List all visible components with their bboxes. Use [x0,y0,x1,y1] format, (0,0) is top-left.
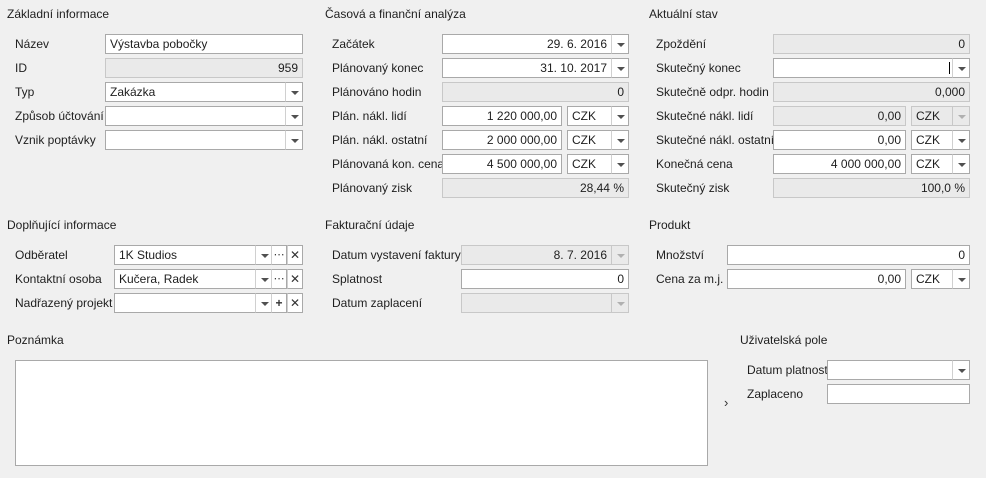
accounting-label: Způsob účtování [15,109,104,123]
actual-hours-label: Skutečně odpr. hodin [656,85,769,99]
final-price-currency[interactable]: CZK [911,154,953,174]
contact-more-icon[interactable]: ⋯ [271,269,287,289]
start-date-input[interactable]: 29. 6. 2016 [442,34,612,54]
parent-project-add-icon[interactable]: + [271,293,287,313]
contact-label: Kontaktní osoba [15,272,102,286]
plan-price-input[interactable]: 4 500 000,00 [442,154,562,174]
plan-profit-field: 28,44 % [442,178,629,198]
quantity-input[interactable]: 0 [727,245,970,265]
paid-date-dropdown-icon [611,293,629,313]
planned-end-dropdown-icon[interactable] [611,58,629,78]
planned-hours-label: Plánováno hodin [332,85,422,99]
id-field: 959 [105,58,303,78]
invoice-date-field: 8. 7. 2016 [461,245,612,265]
plan-other-label: Plán. nákl. ostatní [332,133,428,147]
paid-date-label: Datum zaplacení [332,296,423,310]
section-basic-title: Základní informace [7,7,110,21]
plan-profit-label: Plánovaný zisk [332,181,413,195]
accounting-dropdown-icon[interactable] [285,106,303,126]
plan-price-label: Plánovaná kon. cena [332,157,445,171]
paid-input[interactable] [827,384,970,404]
type-select[interactable]: Zakázka [105,82,286,102]
plan-price-currency-dropdown-icon[interactable] [611,154,629,174]
origin-dropdown-icon[interactable] [285,130,303,150]
parent-project-select[interactable] [114,293,256,313]
section-extra-title: Doplňující informace [7,218,117,232]
origin-label: Vznik poptávky [15,133,96,147]
customer-clear-icon[interactable]: ✕ [287,245,303,265]
parent-project-label: Nadřazený projekt [15,296,113,310]
text-caret [949,62,950,74]
origin-select[interactable] [105,130,286,150]
section-current-title: Aktuální stav [649,7,718,21]
delay-label: Zpoždění [656,37,707,51]
actual-other-currency[interactable]: CZK [911,130,953,150]
actual-end-dropdown-icon[interactable] [952,58,970,78]
name-input[interactable]: Výstavba pobočky [105,34,303,54]
actual-people-currency: CZK [911,106,953,126]
expand-arrow-icon[interactable]: › [724,395,728,410]
customer-label: Odběratel [15,248,68,262]
start-date-dropdown-icon[interactable] [611,34,629,54]
section-note-title: Poznámka [7,333,64,347]
unit-price-currency-dropdown-icon[interactable] [952,269,970,289]
plan-other-currency-dropdown-icon[interactable] [611,130,629,150]
paid-date-field [461,293,612,313]
actual-people-field: 0,00 [773,106,906,126]
plan-other-currency[interactable]: CZK [567,130,612,150]
planned-hours-field: 0 [442,82,629,102]
unit-price-input[interactable]: 0,00 [727,269,906,289]
valid-date-dropdown-icon[interactable] [952,360,970,380]
name-label: Název [15,37,50,51]
plan-people-label: Plán. nákl. lidí [332,109,407,123]
accounting-select[interactable] [105,106,286,126]
actual-people-currency-dropdown-icon [952,106,970,126]
valid-date-input[interactable] [827,360,953,380]
paid-label: Zaplaceno [747,387,804,401]
plan-people-currency[interactable]: CZK [567,106,612,126]
plan-price-currency[interactable]: CZK [567,154,612,174]
customer-more-icon[interactable]: ⋯ [271,245,287,265]
section-user-title: Uživatelská pole [740,333,828,347]
actual-other-input[interactable]: 0,00 [773,130,906,150]
id-label: ID [15,61,27,75]
plan-other-input[interactable]: 2 000 000,00 [442,130,562,150]
customer-select[interactable]: 1K Studios [114,245,256,265]
actual-profit-label: Skutečný zisk [656,181,730,195]
due-input[interactable]: 0 [461,269,629,289]
unit-price-currency[interactable]: CZK [911,269,953,289]
due-label: Splatnost [332,272,383,286]
quantity-label: Množství [656,248,705,262]
final-price-input[interactable]: 4 000 000,00 [773,154,906,174]
contact-select[interactable]: Kučera, Radek [114,269,256,289]
final-price-currency-dropdown-icon[interactable] [952,154,970,174]
section-billing-title: Fakturační údaje [325,218,415,232]
contact-clear-icon[interactable]: ✕ [287,269,303,289]
parent-project-clear-icon[interactable]: ✕ [287,293,303,313]
actual-people-label: Skutečné nákl. lidí [656,109,754,123]
actual-other-label: Skutečné nákl. ostatní [656,133,775,147]
start-label: Začátek [332,37,375,51]
plan-people-input[interactable]: 1 220 000,00 [442,106,562,126]
actual-profit-field: 100,0 % [773,178,970,198]
invoice-date-label: Datum vystavení faktury [332,248,461,262]
valid-date-label: Datum platnosti [747,363,831,377]
unit-price-label: Cena za m.j. [656,272,724,286]
invoice-date-dropdown-icon [611,245,629,265]
planned-end-label: Plánovaný konec [332,61,424,75]
type-label: Typ [15,85,35,99]
type-dropdown-icon[interactable] [285,82,303,102]
actual-hours-field: 0,000 [773,82,970,102]
section-timefin-title: Časová a finanční analýza [325,7,466,21]
actual-end-input[interactable] [773,58,953,78]
section-product-title: Produkt [649,218,691,232]
actual-end-label: Skutečný konec [656,61,741,75]
planned-end-input[interactable]: 31. 10. 2017 [442,58,612,78]
final-price-label: Konečná cena [656,157,733,171]
note-textarea[interactable] [15,360,708,466]
actual-other-currency-dropdown-icon[interactable] [952,130,970,150]
plan-people-currency-dropdown-icon[interactable] [611,106,629,126]
delay-field: 0 [773,34,970,54]
